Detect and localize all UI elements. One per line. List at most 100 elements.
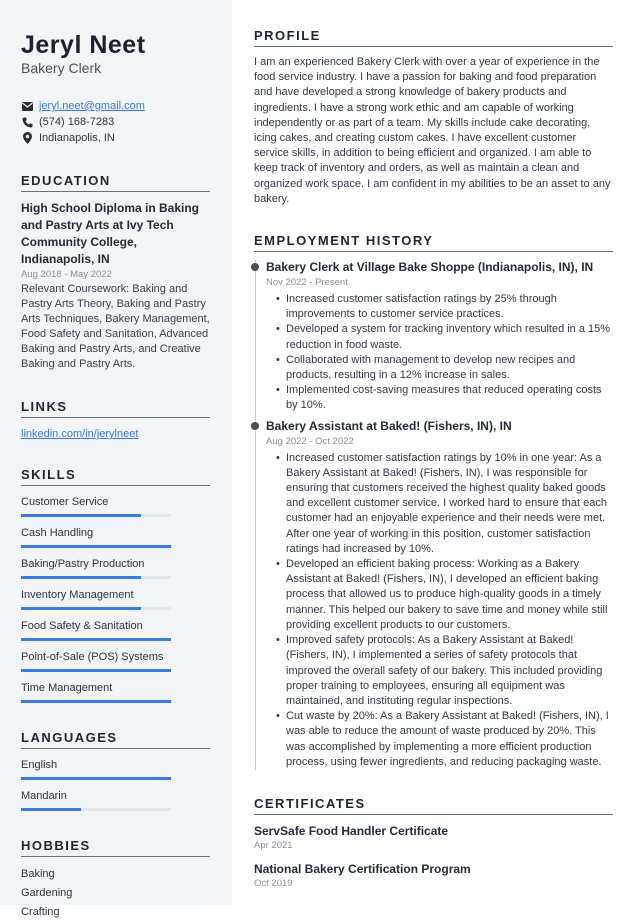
employment-heading: EMPLOYMENT HISTORY [254, 233, 613, 253]
timeline-dot-icon [251, 263, 259, 272]
job-entry: Bakery Assistant at Baked! (Fishers, IN)… [251, 418, 613, 770]
job-bullet: Collaborated with management to develop … [276, 353, 613, 383]
languages-heading: LANGUAGES [21, 730, 210, 749]
links-section: LINKS linkedin.com/in/jerylneet [21, 399, 210, 440]
skills-level-track [21, 607, 171, 610]
languages-level-track [21, 808, 171, 811]
job-role: Bakery Clerk [21, 60, 102, 76]
certificate-name: ServSafe Food Handler Certificate [254, 823, 449, 838]
skills-level-track [21, 669, 171, 672]
profile-text: I am an experienced Bakery Clerk with ov… [254, 56, 611, 205]
skills-level-fill [21, 514, 141, 517]
job-bullets: Increased customer satisfaction ratings … [266, 451, 613, 770]
education-heading: EDUCATION [21, 173, 210, 192]
links-heading: LINKS [21, 399, 210, 418]
profile-section: PROFILE I am an experienced Bakery Clerk… [254, 28, 613, 207]
location: Indianapolis, IN [39, 132, 115, 144]
languages-item: Mandarin [21, 789, 210, 811]
skills-level-track [21, 576, 171, 579]
languages-section: LANGUAGES English Mandarin [21, 730, 210, 811]
skills-item: Point-of-Sale (POS) Systems [21, 650, 210, 672]
education-section: EDUCATION High School Diploma in Baking … [21, 173, 210, 372]
languages-level-fill [21, 808, 81, 811]
map-pin-icon [21, 132, 33, 144]
job-bullet: Improved safety protocols: As a Bakery A… [276, 633, 613, 709]
certificate-item: National Bakery Certification Program Oct… [254, 861, 613, 891]
job-date: Aug 2022 - Oct 2022 [266, 435, 354, 447]
skills-item: Baking/Pastry Production [21, 557, 210, 579]
skills-label: Cash Handling [21, 527, 94, 539]
job-bullet: Implemented cost-saving measures that re… [276, 383, 613, 413]
job-date: Nov 2022 - Present [266, 277, 348, 289]
job-entry: Bakery Clerk at Village Bake Shoppe (Ind… [251, 260, 613, 414]
certificate-name: National Bakery Certification Program [254, 861, 471, 876]
skills-label: Time Management [21, 682, 113, 694]
employment-timeline: Bakery Clerk at Village Bake Shoppe (Ind… [251, 260, 613, 770]
job-bullet: Developed an efficient baking process: W… [276, 557, 613, 633]
certificate-item: ServSafe Food Handler Certificate Apr 202… [254, 823, 613, 853]
skills-level-fill [21, 576, 141, 579]
timeline-dot-icon [251, 421, 259, 430]
job-title: Bakery Assistant at Baked! (Fishers, IN)… [266, 418, 512, 433]
skills-label: Baking/Pastry Production [21, 558, 145, 570]
employment-section: EMPLOYMENT HISTORY Bakery Clerk at Villa… [251, 233, 613, 770]
skills-level-track [21, 700, 171, 703]
languages-level-fill [21, 777, 171, 780]
email-link[interactable]: jeryl.neet@gmail.com [39, 100, 145, 112]
timeline-line [255, 260, 256, 770]
skills-label: Customer Service [21, 496, 109, 508]
languages-item: English [21, 758, 210, 780]
job-bullet: Increased customer satisfaction ratings … [276, 292, 613, 322]
sidebar: Jeryl Neet Bakery Clerk jeryl.neet@gmail… [0, 0, 232, 918]
hobbies-heading: HOBBIES [21, 838, 210, 857]
phone-icon [21, 116, 33, 128]
phone-number: (574) 168-7283 [39, 116, 115, 128]
contact-phone: (574) 168-7283 [21, 114, 210, 130]
job-bullet: Cut waste by 20%: As a Bakery Assistant … [276, 709, 613, 770]
main-content: PROFILE I am an experienced Bakery Clerk… [232, 0, 640, 905]
linkedin-link[interactable]: linkedin.com/in/jerylneet [21, 428, 210, 440]
skills-level-fill [21, 638, 171, 641]
job-title: Bakery Clerk at Village Bake Shoppe (Ind… [266, 260, 594, 275]
languages-label: English [21, 759, 58, 771]
skills-level-fill [21, 669, 171, 672]
hobby-item: Baking [21, 868, 55, 880]
skills-level-track [21, 638, 171, 641]
skills-item: Cash Handling [21, 526, 210, 548]
skills-level-track [21, 545, 171, 548]
candidate-name: Jeryl Neet [21, 31, 146, 59]
certificate-date: Oct 2019 [254, 877, 293, 889]
hobbies-section: HOBBIES Baking Gardening Crafting [21, 838, 210, 922]
job-bullet: Developed a system for tracking inventor… [276, 322, 613, 352]
skills-label: Inventory Management [21, 589, 134, 601]
languages-level-track [21, 777, 171, 780]
skills-item: Time Management [21, 681, 210, 703]
contact-info: jeryl.neet@gmail.com (574) 168-7283 Indi… [21, 98, 210, 146]
certificates-section: CERTIFICATES ServSafe Food Handler Certi… [254, 796, 613, 891]
skills-level-fill [21, 700, 171, 703]
hobby-item: Gardening [21, 887, 73, 899]
hobby-item: Crafting [21, 906, 60, 918]
contact-location: Indianapolis, IN [21, 130, 210, 146]
skills-item: Food Safety & Sanitation [21, 619, 210, 641]
skills-label: Food Safety & Sanitation [21, 620, 143, 632]
skills-section: SKILLS Customer Service Cash Handling Baki… [21, 467, 210, 703]
job-bullets: Increased customer satisfaction ratings … [266, 292, 613, 414]
languages-label: Mandarin [21, 790, 67, 802]
education-degree: High School Diploma in Baking and Pastry… [21, 201, 200, 266]
envelope-icon [21, 100, 33, 112]
job-bullet: Increased customer satisfaction ratings … [276, 451, 613, 557]
skills-item: Inventory Management [21, 588, 210, 610]
profile-heading: PROFILE [254, 28, 613, 47]
education-description: Relevant Coursework: Baking and Pastry A… [21, 283, 210, 370]
skills-label: Point-of-Sale (POS) Systems [21, 651, 164, 663]
skills-level-fill [21, 545, 171, 548]
certificates-heading: CERTIFICATES [254, 796, 613, 815]
contact-email: jeryl.neet@gmail.com [21, 98, 210, 114]
skills-item: Customer Service [21, 495, 210, 517]
education-date: Aug 2018 - May 2022 [21, 269, 112, 280]
skills-heading: SKILLS [21, 467, 210, 486]
certificate-date: Apr 2021 [254, 839, 293, 851]
skills-level-fill [21, 607, 141, 610]
skills-level-track [21, 514, 171, 517]
